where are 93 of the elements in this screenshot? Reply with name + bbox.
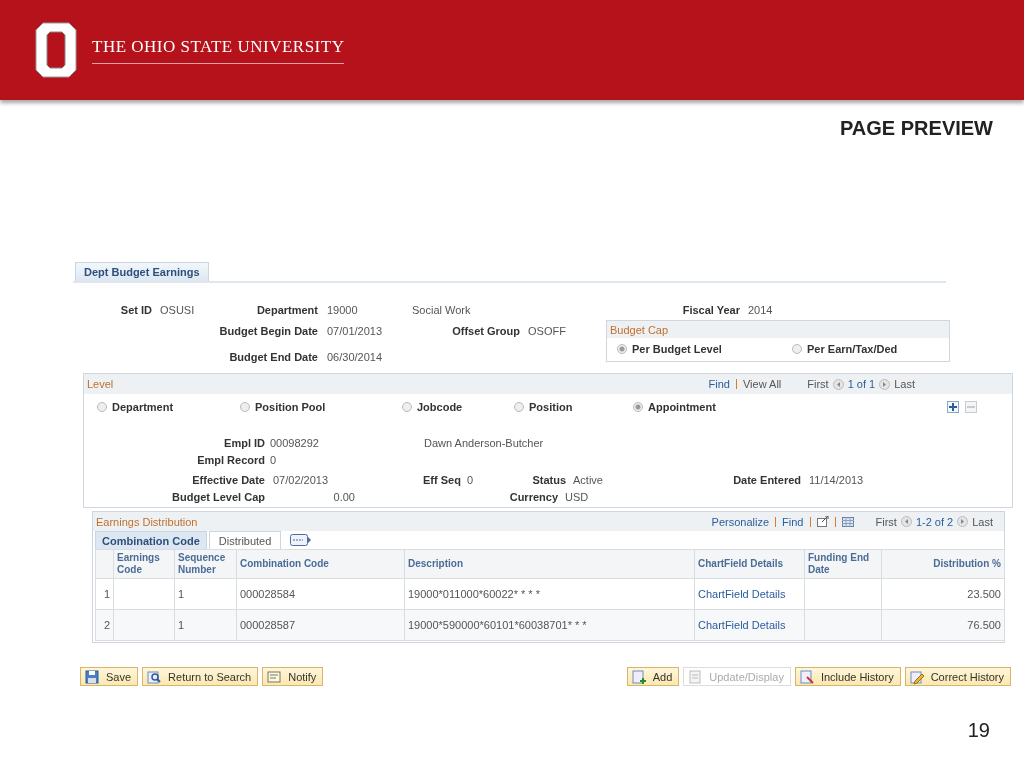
column-header: Sequence Number	[174, 549, 237, 579]
toolbar-button[interactable]: Return to Search	[142, 667, 259, 686]
pencil-icon	[908, 668, 925, 685]
first-label: First	[807, 378, 829, 390]
university-name: THE OHIO STATE UNIVERSITY	[92, 36, 345, 64]
radio-option[interactable]: Department	[97, 401, 240, 413]
row-count: 1 of 1	[847, 378, 876, 390]
grid-tab[interactable]: Distributed	[208, 531, 282, 549]
field-value: 06/30/2014	[327, 351, 384, 363]
show-all-columns-icon[interactable]	[290, 534, 313, 546]
field-label: Effective Date	[191, 473, 265, 486]
field-value: 00098292	[270, 436, 320, 449]
radio-option[interactable]: Jobcode	[402, 401, 514, 413]
row-number: 2	[95, 609, 114, 641]
field-value: 11/14/2013	[809, 473, 865, 486]
table-cell: 76.500	[881, 609, 1005, 641]
column-header: Combination Code	[236, 549, 405, 579]
field-label: Eff Seq	[423, 473, 462, 486]
document-plus-icon	[630, 668, 647, 685]
radio-option[interactable]: Per Earn/Tax/Ded	[792, 343, 967, 355]
view-all-link[interactable]: View All	[742, 378, 782, 390]
field-value: OSOFF	[528, 325, 567, 337]
field-value: 2014	[748, 304, 774, 316]
slide-heading: PAGE PREVIEW	[840, 117, 993, 141]
field-label: Currency	[508, 490, 558, 503]
field-value: 0	[270, 453, 278, 466]
field-value: 0	[467, 473, 475, 486]
field-value: OSUSI	[160, 304, 196, 316]
field-value: 07/02/2013	[273, 473, 330, 486]
table-cell: 000028584	[236, 578, 405, 610]
column-header: Distribution %	[881, 549, 1005, 579]
note-icon	[266, 668, 283, 685]
magnifier-icon	[146, 668, 163, 685]
page-tab[interactable]: Dept Budget Earnings	[75, 262, 209, 281]
field-value: Active	[573, 473, 604, 486]
field-value: 07/01/2013	[327, 325, 384, 337]
column-header: ChartField Details	[694, 549, 805, 579]
field-label: Empl Record	[196, 453, 265, 466]
field-value: Dawn Anderson-Butcher	[424, 436, 545, 449]
last-label: Last	[972, 515, 993, 528]
radio-option[interactable]: Position	[514, 401, 633, 413]
toolbar-button[interactable]: Add	[626, 667, 680, 686]
field-label: Fiscal Year	[681, 304, 740, 316]
table-cell: 1	[174, 578, 237, 610]
new-window-icon[interactable]	[816, 516, 829, 527]
field-label: Budget End Date	[228, 351, 318, 363]
grid-tab[interactable]: Combination Code	[95, 531, 207, 549]
last-label: Last	[894, 378, 915, 390]
column-header: Description	[404, 549, 695, 579]
panel-title: Budget Cap	[610, 323, 669, 336]
field-label: Offset Group	[451, 325, 520, 337]
first-label: First	[875, 515, 897, 528]
table-cell: 23.500	[881, 578, 1005, 610]
field-value: USD	[565, 490, 590, 503]
toolbar-button[interactable]: Notify	[262, 667, 324, 686]
document-icon	[687, 668, 704, 685]
column-header: Earnings Code	[113, 549, 175, 579]
row-number: 1	[95, 578, 114, 610]
find-link[interactable]: Find	[708, 378, 730, 390]
previous-icon[interactable]	[900, 516, 912, 527]
toolbar-button[interactable]: Include History	[794, 667, 901, 686]
field-value: 0.00	[332, 490, 355, 503]
radio-option[interactable]: Per Budget Level	[617, 343, 792, 355]
table-cell: 1	[174, 609, 237, 641]
table-cell: 19000*590000*60101*60038701* * *	[404, 609, 695, 641]
field-label: Budget Level Cap	[171, 490, 265, 503]
table-cell: 000028587	[236, 609, 405, 641]
toolbar-button[interactable]: Correct History	[904, 667, 1011, 686]
personalize-link[interactable]: Personalize	[711, 515, 770, 528]
next-icon[interactable]	[879, 378, 891, 390]
table-cell: 19000*011000*60022* * * *	[404, 578, 695, 610]
field-value: Social Work	[412, 304, 472, 316]
field-label: Budget Begin Date	[218, 325, 318, 337]
grid-icon[interactable]	[841, 516, 854, 527]
field-label: Set ID	[119, 304, 152, 316]
row-count: 1-2 of 2	[915, 515, 954, 528]
column-header: Funding End Date	[804, 549, 882, 579]
field-label: Date Entered	[732, 473, 801, 486]
panel-title: Earnings Distribution	[96, 515, 198, 528]
slide-number: 19	[967, 719, 990, 742]
add-row-icon[interactable]	[947, 401, 959, 413]
field-label: Department	[255, 304, 318, 316]
toolbar-button[interactable]: Save	[80, 667, 139, 686]
panel-title: Level	[87, 378, 114, 390]
field-label: Empl ID	[223, 436, 265, 449]
find-link[interactable]: Find	[782, 515, 804, 528]
next-icon[interactable]	[957, 516, 969, 527]
radio-option[interactable]: Position Pool	[240, 401, 402, 413]
radio-option[interactable]: Appointment	[633, 401, 947, 413]
field-value: 19000	[327, 304, 359, 316]
field-label: Status	[531, 473, 566, 486]
block-o-logo	[35, 22, 77, 78]
previous-icon[interactable]	[832, 378, 844, 390]
